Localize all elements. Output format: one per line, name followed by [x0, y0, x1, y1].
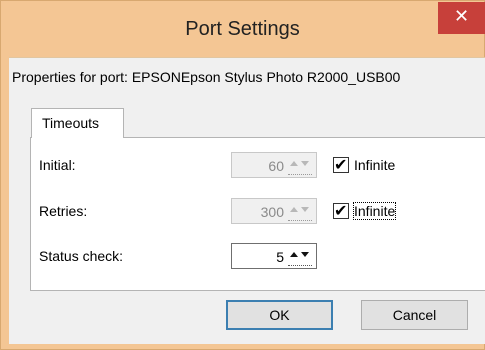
status-check-value[interactable]: 5: [276, 249, 284, 265]
retries-infinite-label[interactable]: Infinite: [352, 202, 397, 220]
status-check-spinbox[interactable]: 5: [231, 243, 317, 269]
dialog-client-area: Properties for port: EPSONEpson Stylus P…: [9, 57, 485, 344]
tab-timeouts-label: Timeouts: [42, 115, 100, 131]
chevron-up-icon: [290, 161, 298, 166]
initial-infinite-label[interactable]: Infinite: [354, 157, 395, 173]
retries-spin-arrows: [288, 203, 312, 221]
initial-infinite-checkbox[interactable]: ✔: [333, 157, 349, 174]
checkmark-icon: ✔: [334, 203, 348, 220]
chevron-up-icon: [290, 207, 298, 212]
chevron-up-icon[interactable]: [290, 252, 298, 257]
chevron-down-icon[interactable]: [301, 252, 309, 257]
port-settings-window: Port Settings ✕ Properties for port: EPS…: [0, 0, 485, 350]
window-title: Port Settings: [185, 18, 300, 40]
retries-spinbox: 300: [231, 198, 317, 224]
retries-label: Retries:: [39, 203, 88, 219]
cancel-button[interactable]: Cancel: [361, 300, 468, 330]
timeouts-panel: Initial: 60 ✔ Infinite Retries: 300 ✔ In…: [30, 137, 485, 291]
initial-label: Initial:: [39, 157, 76, 173]
initial-spinbox: 60: [231, 152, 317, 178]
close-button[interactable]: ✕: [438, 2, 485, 34]
chevron-down-icon: [301, 207, 309, 212]
status-check-label: Status check:: [39, 248, 124, 264]
retries-value: 300: [260, 204, 284, 220]
checkmark-icon: ✔: [334, 157, 348, 174]
status-check-spin-arrows[interactable]: [288, 248, 312, 266]
title-bar[interactable]: Port Settings ✕: [1, 1, 485, 57]
close-icon: ✕: [453, 6, 470, 26]
ok-button[interactable]: OK: [226, 300, 333, 330]
tab-timeouts[interactable]: Timeouts: [31, 108, 124, 138]
properties-label: Properties for port: EPSONEpson Stylus P…: [12, 69, 401, 85]
retries-infinite-checkbox[interactable]: ✔: [333, 203, 349, 220]
initial-spin-arrows: [288, 157, 312, 175]
chevron-down-icon: [301, 161, 309, 166]
initial-value: 60: [268, 158, 284, 174]
